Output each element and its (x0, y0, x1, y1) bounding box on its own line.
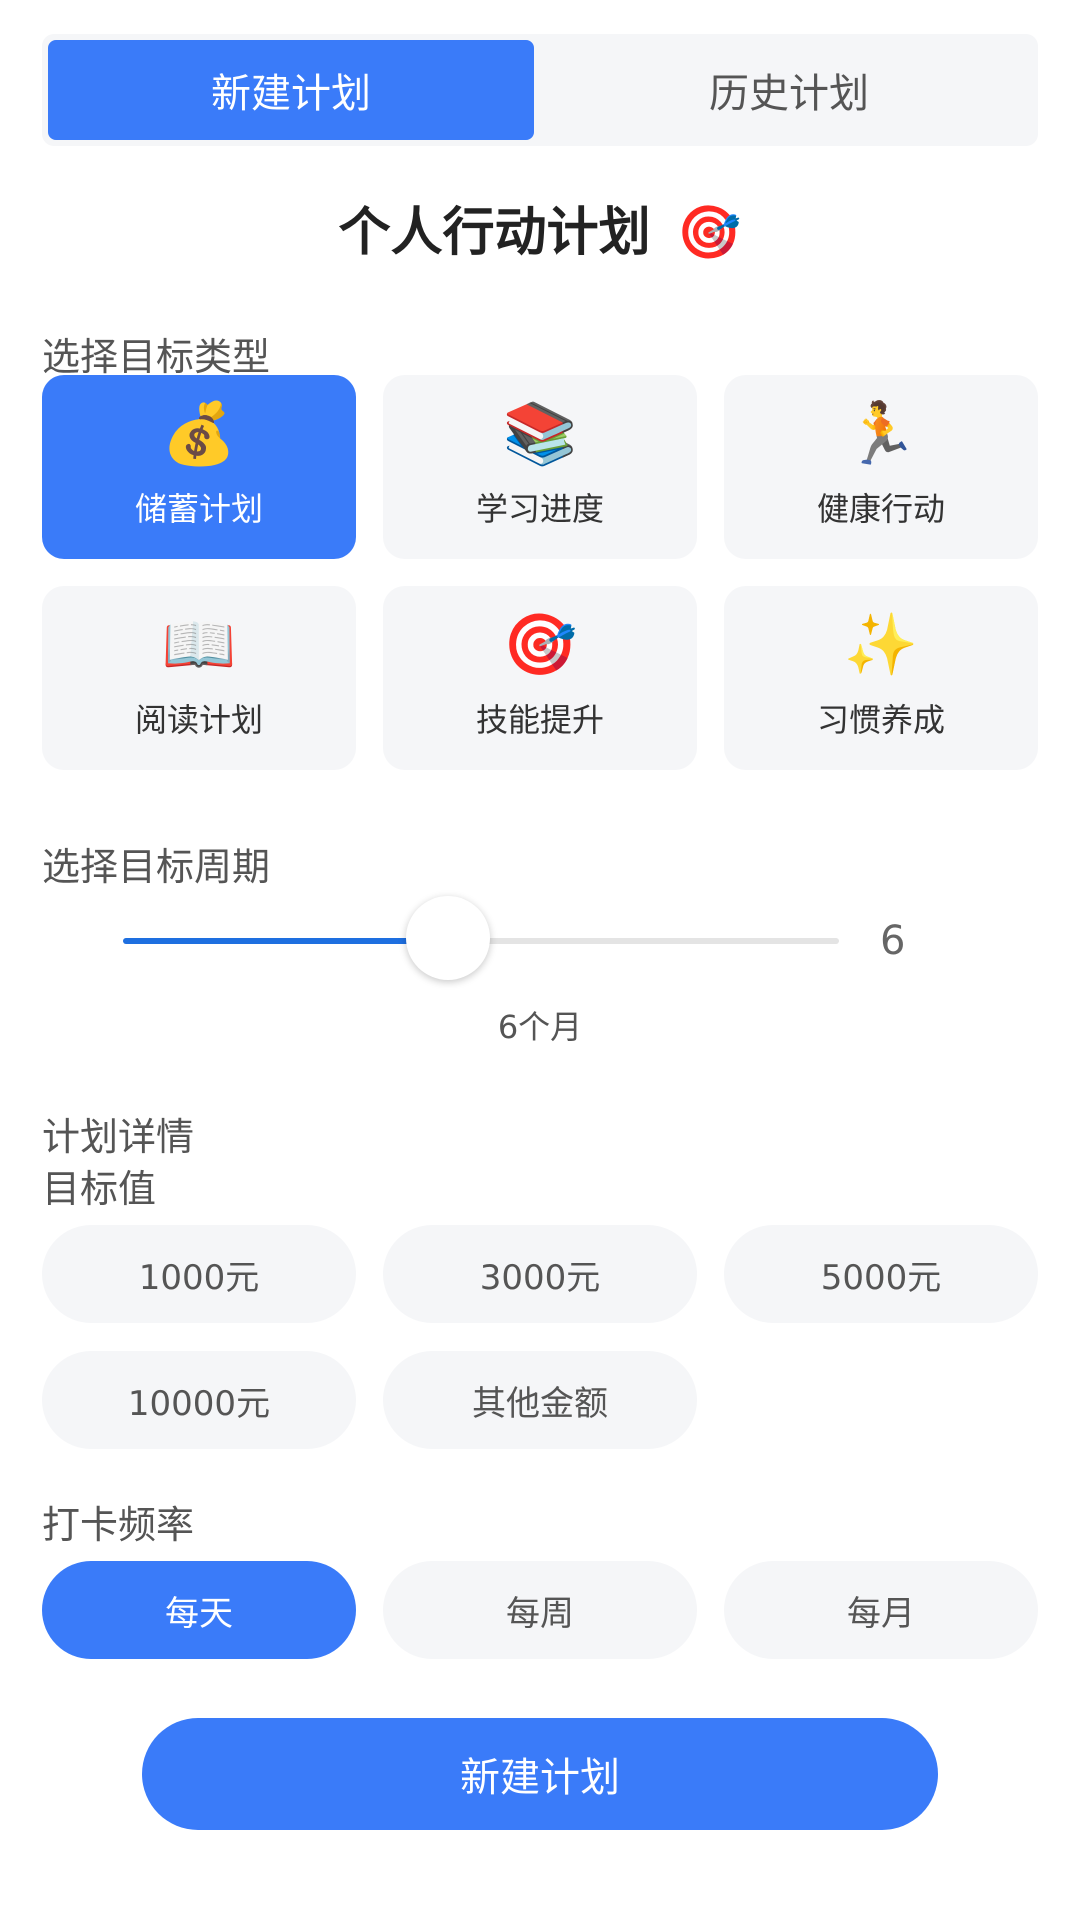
goal-type-label-text: 储蓄计划 (134, 490, 263, 528)
plan-page: 新建计划 历史计划 个人行动计划 🎯 选择目标类型 💰 储蓄计划 📚 学习进度 🏃… (0, 0, 1080, 1920)
money-bag-icon: 💰 (161, 399, 237, 469)
goal-type-skill[interactable]: 🎯 技能提升 (383, 586, 697, 770)
target-icon: 🎯 (676, 203, 742, 263)
goal-type-reading[interactable]: 📖 阅读计划 (42, 586, 356, 770)
slider-thumb[interactable] (406, 896, 491, 980)
goal-type-label-text: 阅读计划 (134, 701, 263, 739)
frequency-weekly[interactable]: 每周 (383, 1561, 697, 1659)
tab-bar: 新建计划 历史计划 (42, 34, 1038, 146)
target-icon: 🎯 (502, 610, 578, 680)
goal-type-habit[interactable]: ✨ 习惯养成 (724, 586, 1038, 770)
period-caption: 6个月 (497, 1008, 583, 1046)
period-slider[interactable] (123, 896, 839, 980)
slider-value: 6 (880, 918, 906, 964)
frequency-daily[interactable]: 每天 (42, 1561, 356, 1659)
goal-type-label-text: 健康行动 (816, 490, 945, 528)
target-option-10000[interactable]: 10000元 (42, 1351, 356, 1449)
goal-type-label-text: 技能提升 (475, 701, 604, 739)
goal-type-savings[interactable]: 💰 储蓄计划 (42, 375, 356, 559)
slider-fill (123, 938, 449, 944)
target-option-other[interactable]: 其他金额 (383, 1351, 697, 1449)
goal-type-health[interactable]: 🏃 健康行动 (724, 375, 1038, 559)
tab-new-plan[interactable]: 新建计划 (48, 40, 534, 140)
goal-type-label-text: 学习进度 (475, 490, 604, 528)
runner-icon: 🏃 (843, 399, 919, 469)
target-value-label: 目标值 (42, 1167, 157, 1211)
page-title-text: 个人行动计划 (338, 203, 651, 263)
goal-type-grid: 💰 储蓄计划 📚 学习进度 🏃 健康行动 📖 阅读计划 🎯 技能提升 ✨ 习惯养… (42, 375, 1038, 770)
target-option-5000[interactable]: 5000元 (724, 1225, 1038, 1323)
books-icon: 📚 (502, 399, 578, 469)
goal-type-label-text: 习惯养成 (816, 701, 945, 739)
frequency-label: 打卡频率 (42, 1503, 195, 1547)
sparkles-icon: ✨ (843, 610, 919, 680)
details-label: 计划详情 (42, 1115, 195, 1159)
target-option-1000[interactable]: 1000元 (42, 1225, 356, 1323)
open-book-icon: 📖 (161, 610, 237, 680)
create-plan-button[interactable]: 新建计划 (142, 1718, 938, 1830)
goal-type-study[interactable]: 📚 学习进度 (383, 375, 697, 559)
frequency-monthly[interactable]: 每月 (724, 1561, 1038, 1659)
tab-history-plan[interactable]: 历史计划 (546, 40, 1032, 140)
goal-type-label: 选择目标类型 (42, 335, 271, 379)
period-label: 选择目标周期 (42, 845, 271, 889)
target-option-3000[interactable]: 3000元 (383, 1225, 697, 1323)
page-title: 个人行动计划 🎯 (0, 190, 1080, 265)
